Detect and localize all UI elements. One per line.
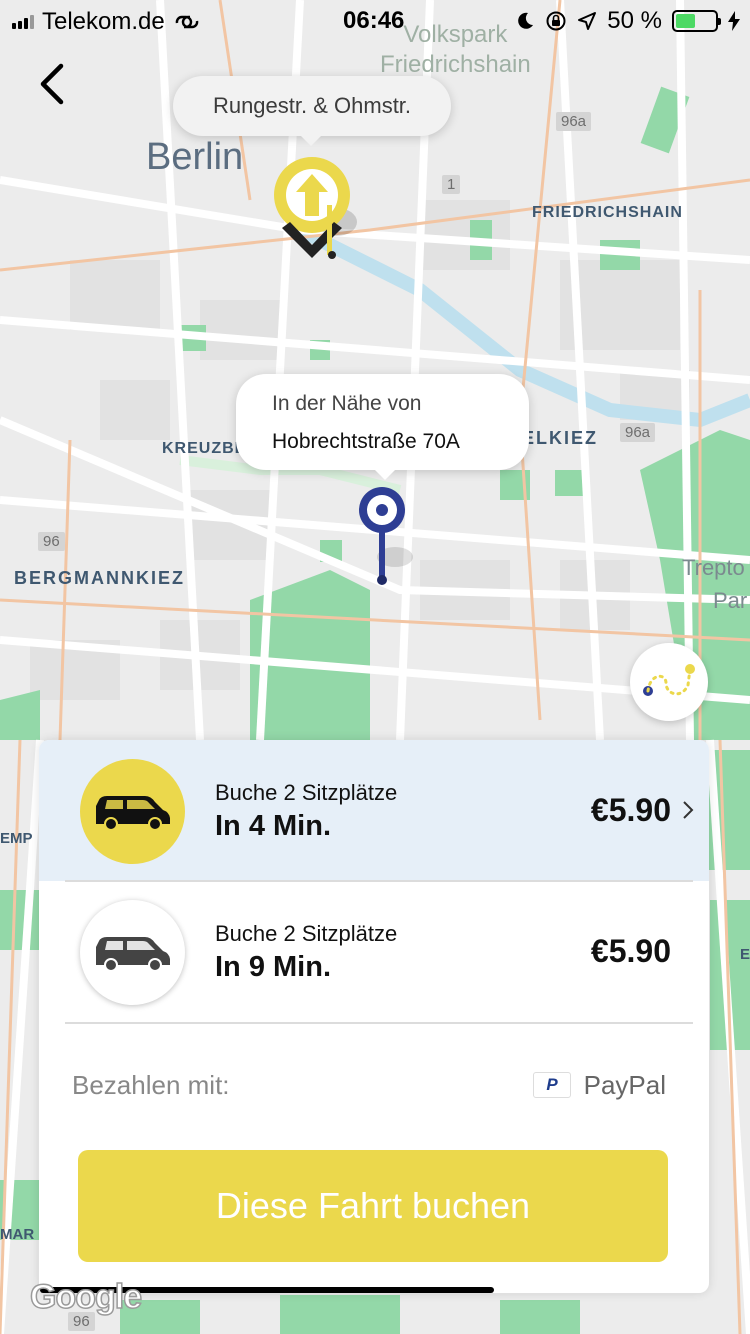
map-label-friedrichshain: FRIEDRICHSHAIN xyxy=(532,204,683,221)
book-ride-button[interactable]: Diese Fahrt buchen xyxy=(78,1150,668,1262)
ride-price: €5.90 xyxy=(590,933,671,969)
divider xyxy=(65,1022,693,1024)
ride-seats-label: Buche 2 Sitzplätze xyxy=(215,780,398,805)
dropoff-nearby-label: In der Nähe von xyxy=(272,392,422,415)
map-label-tempelhof: EMP xyxy=(0,830,33,847)
carrier-name: Telekom.de xyxy=(42,8,165,35)
payment-method-row[interactable]: Bezahlen mit: P PayPal xyxy=(39,1052,709,1112)
map-label-reuterkiez: ELKIEZ xyxy=(522,428,599,448)
pickup-marker-icon[interactable] xyxy=(262,150,372,270)
map-label-treptow-park: Par xyxy=(713,588,748,613)
ride-option[interactable]: Buche 2 Sitzplätze In 9 Min. €5.90 xyxy=(39,881,709,1022)
ride-option-badge xyxy=(80,759,185,864)
map-label-treptow: Trepto xyxy=(682,555,745,580)
status-bar: Telekom.de 06:46 50 % xyxy=(0,0,750,40)
map-label-east: E xyxy=(740,946,750,963)
map-label-bergmannkiez: BERGMANNKIEZ xyxy=(14,568,185,588)
route-badge: 1 xyxy=(442,175,461,194)
google-logo: Google xyxy=(29,1277,143,1317)
map-label-berlin: Berlin xyxy=(146,136,244,178)
payment-label: Bezahlen mit: xyxy=(72,1070,230,1100)
chevron-right-icon xyxy=(683,801,694,819)
ride-eta-label: In 4 Min. xyxy=(215,810,331,842)
link-icon xyxy=(175,15,198,29)
ride-option-selected[interactable]: Buche 2 Sitzplätze In 4 Min. €5.90 xyxy=(39,740,709,881)
charging-bolt-icon xyxy=(728,11,740,31)
battery-icon xyxy=(672,10,721,32)
signal-strength-icon xyxy=(12,15,34,29)
route-toggle-button[interactable] xyxy=(630,643,708,721)
map-label-mar: MAR xyxy=(0,1226,35,1243)
rotation-lock-icon xyxy=(546,11,566,31)
back-button[interactable] xyxy=(30,60,74,108)
map-label-kreuzberg: KREUZBE xyxy=(162,440,247,457)
status-right: 50 % xyxy=(515,7,740,35)
moon-icon xyxy=(518,12,534,29)
ride-seats-label: Buche 2 Sitzplätze xyxy=(215,921,398,946)
back-chevron-icon xyxy=(40,63,64,105)
route-dots-icon xyxy=(643,664,695,696)
carrier-info: Telekom.de xyxy=(12,8,201,36)
ride-option-badge xyxy=(80,900,185,1005)
ride-price: €5.90 xyxy=(590,792,671,828)
van-icon xyxy=(95,936,170,972)
status-time: 06:46 xyxy=(343,7,405,34)
ride-eta-label: In 9 Min. xyxy=(215,951,331,983)
booking-card: Buche 2 Sitzplätze In 4 Min. €5.90 Buche… xyxy=(39,740,709,1293)
route-badge: 96 xyxy=(38,532,65,551)
paypal-icon: P xyxy=(533,1072,571,1098)
van-icon xyxy=(95,795,170,831)
dropoff-address-label: Hobrechtstraße 70A xyxy=(272,430,460,453)
dropoff-pin-icon[interactable] xyxy=(355,485,415,590)
payment-method-name: PayPal xyxy=(583,1070,666,1100)
route-badge: 96a xyxy=(620,423,656,442)
location-arrow-icon xyxy=(578,12,597,30)
pickup-location-label: Rungestr. & Ohmstr. xyxy=(212,93,412,118)
route-badge: 96a xyxy=(556,112,592,131)
pickup-location-bubble[interactable]: Rungestr. & Ohmstr. xyxy=(173,76,451,146)
dropoff-location-bubble[interactable]: In der Nähe von Hobrechtstraße 70A xyxy=(236,374,529,480)
battery-percent: 50 % xyxy=(607,7,662,34)
